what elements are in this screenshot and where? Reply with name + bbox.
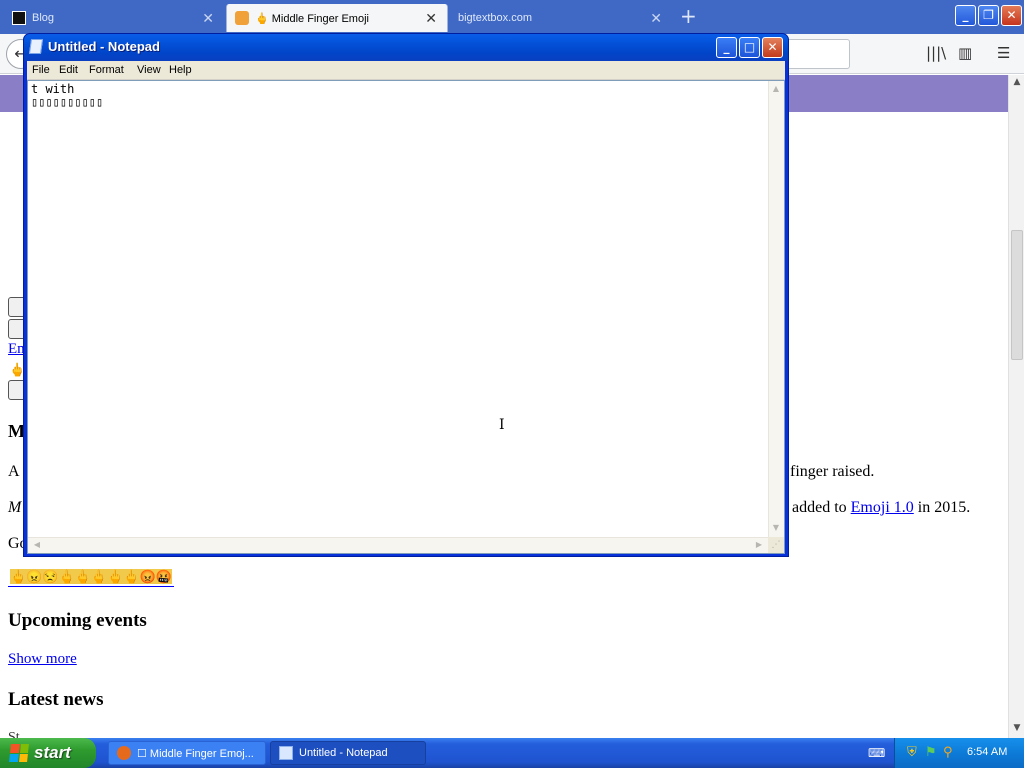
resize-grip-icon[interactable]: ⋰	[768, 537, 784, 553]
notepad-title-bar[interactable]: Untitled - Notepad _ □ ✕	[24, 34, 788, 61]
paragraph-text: M	[8, 499, 22, 516]
scroll-left-icon[interactable]: ◀	[30, 538, 44, 552]
paragraph-text: finger raised.	[790, 463, 875, 480]
browser-close-button[interactable]: ✕	[1001, 5, 1022, 26]
emoji-strip[interactable]: 🖕😠😒🖕🖕🖕🖕🖕😡🤬	[8, 569, 174, 587]
hamburger-menu-icon[interactable]: ☰	[997, 44, 1010, 62]
latest-news-heading: Latest news	[8, 689, 104, 710]
tab-label: bigtextbox.com	[458, 12, 532, 24]
system-tray: ⛨ ⚑ ⚲ 6:54 AM	[894, 738, 1024, 768]
taskbar: start ☐ Middle Finger Emoj... Untitled -…	[0, 738, 1024, 768]
upcoming-events-heading: Upcoming events	[8, 610, 147, 631]
emoji-version-link[interactable]: Emoji 1.0	[851, 499, 914, 516]
paragraph-text: St	[8, 730, 20, 738]
menu-format[interactable]: Format	[89, 64, 124, 76]
scroll-up-icon[interactable]: ▲	[769, 82, 783, 96]
browser-minimize-button[interactable]: _	[955, 5, 976, 26]
scrollbar-thumb[interactable]	[1011, 230, 1023, 360]
scroll-down-icon[interactable]: ▼	[769, 521, 783, 535]
search-icon[interactable]: ⚲	[943, 745, 953, 760]
start-label: start	[34, 743, 71, 762]
editor-line: ▯▯▯▯▯▯▯▯▯▯	[31, 95, 104, 109]
menu-help[interactable]: Help	[169, 64, 192, 76]
page-scrollbar[interactable]: ▲ ▼	[1008, 75, 1024, 738]
text-editor-area[interactable]: t with ▯▯▯▯▯▯▯▯▯▯ ▲ ▼ ◀ ▶ ⋰	[27, 80, 785, 554]
tab-label: Blog	[32, 12, 55, 24]
window-title: Untitled - Notepad	[48, 39, 160, 54]
browser-tab-bar: Blog ✕ 🖕 Middle Finger Emoji ✕ bigtextbo…	[0, 0, 1024, 34]
paragraph-text: A	[8, 463, 20, 480]
task-label: ☐ Middle Finger Emoj...	[137, 747, 254, 760]
blog-favicon-icon	[12, 11, 26, 25]
taskbar-item-notepad[interactable]: Untitled - Notepad	[270, 741, 426, 765]
task-label: Untitled - Notepad	[299, 747, 388, 759]
tab-label: 🖕 Middle Finger Emoji	[255, 12, 369, 25]
library-icon[interactable]: |||\	[926, 44, 946, 62]
tab-middle-finger-emoji[interactable]: 🖕 Middle Finger Emoji ✕	[226, 4, 448, 32]
tab-close-icon[interactable]: ✕	[425, 10, 437, 27]
scroll-up-icon[interactable]: ▲	[1011, 77, 1023, 89]
scroll-right-icon[interactable]: ▶	[752, 538, 766, 552]
emoji-strip-text: 🖕😠😒🖕🖕🖕🖕🖕😡🤬	[10, 569, 172, 584]
text-span: in 2015.	[913, 499, 971, 516]
editor-vertical-scrollbar[interactable]: ▲ ▼	[768, 81, 784, 537]
notepad-icon	[28, 39, 44, 54]
paragraph-text: added to Emoji 1.0 in 2015.	[792, 499, 970, 517]
text-cursor-icon: I	[499, 417, 505, 433]
sidebar-icon[interactable]: ▥	[958, 44, 972, 62]
taskbar-item-firefox[interactable]: ☐ Middle Finger Emoj...	[108, 741, 266, 765]
menu-file[interactable]: File	[32, 64, 50, 76]
url-bar[interactable]	[780, 39, 850, 69]
text-span: added to	[792, 499, 851, 516]
minimize-button[interactable]: _	[716, 37, 737, 58]
network-icon[interactable]: ⚑	[925, 745, 937, 760]
security-shield-icon[interactable]: ⛨	[907, 745, 917, 760]
tab-blog[interactable]: Blog ✕	[4, 4, 224, 32]
menu-view[interactable]: View	[137, 64, 161, 76]
start-button[interactable]: start	[0, 738, 96, 768]
close-button[interactable]: ✕	[762, 37, 783, 58]
editor-content[interactable]: t with ▯▯▯▯▯▯▯▯▯▯	[31, 83, 103, 109]
maximize-button[interactable]: □	[739, 37, 760, 58]
tab-close-icon[interactable]: ✕	[202, 10, 214, 27]
notepad-window: Untitled - Notepad _ □ ✕ File Edit Forma…	[23, 33, 789, 557]
tab-close-icon[interactable]: ✕	[650, 10, 662, 27]
windows-logo-icon	[9, 744, 29, 762]
keyboard-icon[interactable]: ⌨	[868, 746, 885, 760]
clock: 6:54 AM	[967, 746, 1008, 758]
scroll-down-icon[interactable]: ▼	[1011, 723, 1023, 735]
emojipedia-favicon-icon	[235, 11, 249, 25]
browser-maximize-button[interactable]: ❐	[978, 5, 999, 26]
notepad-icon	[279, 746, 293, 760]
show-more-link[interactable]: Show more	[8, 651, 77, 668]
menu-edit[interactable]: Edit	[59, 64, 78, 76]
menu-bar: File Edit Format View Help	[27, 61, 785, 80]
new-tab-icon[interactable]: +	[680, 6, 697, 26]
editor-horizontal-scrollbar[interactable]: ◀ ▶	[28, 537, 768, 553]
tab-bigtextbox[interactable]: bigtextbox.com ✕	[450, 4, 672, 32]
firefox-icon	[117, 746, 131, 760]
